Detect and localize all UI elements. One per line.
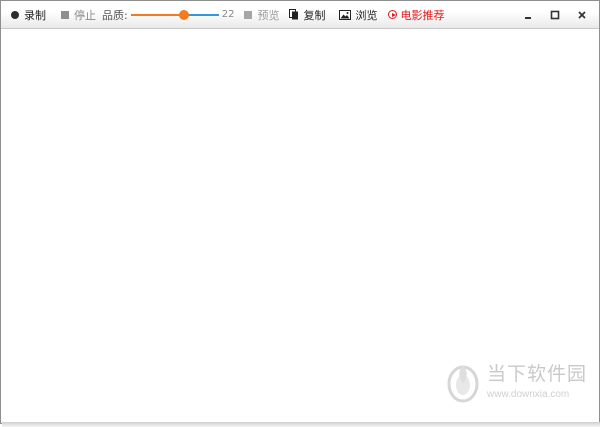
toolbar: 录制 停止 品质: 22 预览 复制 浏览 电影推荐 bbox=[1, 1, 599, 29]
window-controls bbox=[514, 1, 595, 28]
quality-slider-track-empty bbox=[183, 13, 219, 16]
close-icon bbox=[577, 10, 586, 19]
image-icon bbox=[339, 9, 352, 20]
quality-slider[interactable] bbox=[130, 9, 219, 21]
stop-button[interactable]: 停止 bbox=[61, 1, 96, 28]
watermark-text: 当下软件园 www.downxia.com bbox=[487, 363, 587, 402]
movie-recommend-link[interactable]: 电影推荐 bbox=[388, 1, 444, 28]
preview-label: 预览 bbox=[257, 8, 280, 22]
maximize-button[interactable] bbox=[541, 5, 568, 25]
window-shadow bbox=[2, 422, 600, 427]
record-icon bbox=[11, 10, 19, 19]
close-button[interactable] bbox=[568, 5, 595, 25]
quality-slider-thumb[interactable] bbox=[178, 9, 189, 20]
minimize-icon bbox=[524, 16, 531, 19]
app-window: 录制 停止 品质: 22 预览 复制 浏览 电影推荐 bbox=[0, 0, 600, 424]
quality-slider-wrap bbox=[128, 1, 219, 28]
minimize-button[interactable] bbox=[514, 5, 541, 25]
copy-button[interactable]: 复制 bbox=[289, 1, 325, 28]
stop-label: 停止 bbox=[74, 8, 96, 22]
stop-icon bbox=[61, 10, 69, 19]
copy-icon bbox=[289, 9, 299, 20]
watermark-logo-icon bbox=[447, 365, 479, 403]
watermark-name: 当下软件园 bbox=[487, 363, 588, 385]
copy-label: 复制 bbox=[303, 8, 326, 22]
watermark: 当下软件园 www.downxia.com bbox=[446, 363, 587, 403]
record-label: 录制 bbox=[24, 8, 46, 22]
quality-value: 22 bbox=[221, 9, 235, 20]
record-button[interactable]: 录制 bbox=[11, 1, 46, 28]
quality-slider-track-filled bbox=[130, 13, 184, 16]
browse-label: 浏览 bbox=[355, 8, 378, 22]
maximize-icon bbox=[550, 10, 559, 19]
watermark-url: www.downxia.com bbox=[487, 389, 570, 400]
preview-button[interactable]: 预览 bbox=[244, 1, 279, 28]
play-circle-icon bbox=[388, 10, 398, 19]
preview-icon bbox=[244, 10, 253, 19]
movie-label: 电影推荐 bbox=[400, 8, 445, 22]
browse-button[interactable]: 浏览 bbox=[339, 1, 377, 28]
quality-label: 品质: bbox=[102, 8, 128, 22]
